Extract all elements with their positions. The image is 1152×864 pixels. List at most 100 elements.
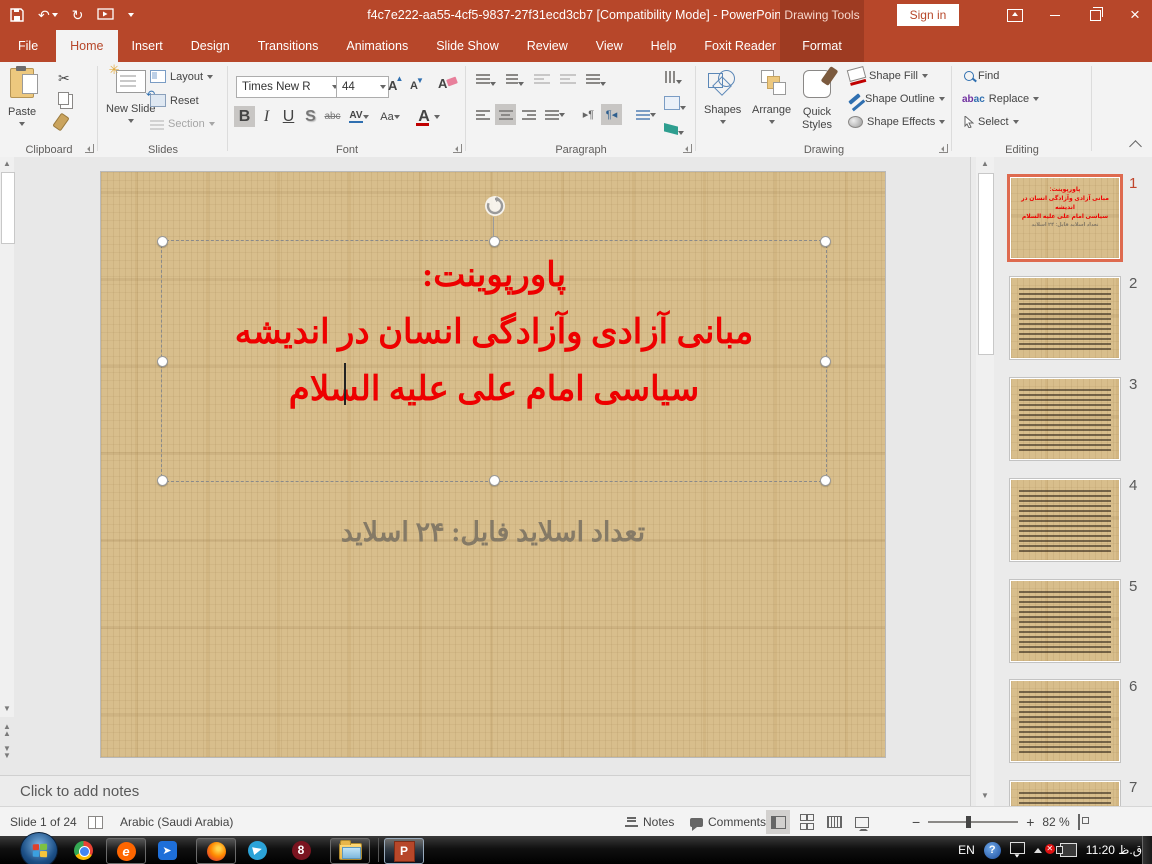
- text-shadow-button[interactable]: S: [300, 106, 321, 127]
- align-right-button[interactable]: [518, 104, 539, 125]
- fit-slide-button[interactable]: [1078, 815, 1080, 829]
- copy-button[interactable]: [58, 92, 69, 105]
- slide-title-text[interactable]: پاورپوینت: مبانی آزادی وآزادگی انسان در …: [162, 247, 826, 418]
- thumbnail-slide-6[interactable]: [1009, 679, 1121, 763]
- next-slide-button[interactable]: ▼▼: [1, 745, 13, 759]
- line-spacing-button[interactable]: [586, 72, 606, 91]
- align-text-button[interactable]: [664, 96, 686, 115]
- convert-smartart-button[interactable]: [664, 122, 684, 140]
- language-bar[interactable]: EN: [958, 843, 975, 857]
- zoom-in-button[interactable]: +: [1026, 814, 1034, 830]
- arrange-button[interactable]: Arrange: [752, 70, 791, 124]
- format-painter-button[interactable]: [56, 114, 66, 130]
- font-color-caret[interactable]: [434, 115, 440, 119]
- font-color-button[interactable]: A: [414, 106, 444, 127]
- panel-scrollbar-thumb[interactable]: [978, 173, 994, 355]
- thumbnail-slide-5[interactable]: [1009, 579, 1121, 663]
- collapse-ribbon-button[interactable]: [1129, 140, 1142, 153]
- bullets-button[interactable]: [476, 72, 496, 91]
- start-button[interactable]: [20, 832, 58, 864]
- shapes-caret[interactable]: [720, 120, 726, 124]
- clipboard-dialog-launcher[interactable]: [85, 144, 94, 153]
- align-center-button[interactable]: [495, 104, 516, 125]
- shape-effects-button[interactable]: Shape Effects: [848, 116, 945, 128]
- underline-button[interactable]: U: [278, 106, 299, 127]
- start-from-beginning-button[interactable]: [97, 8, 114, 22]
- zoom-slider-thumb[interactable]: [966, 816, 971, 828]
- minimize-button[interactable]: [1038, 0, 1072, 30]
- sign-in-button[interactable]: Sign in: [897, 4, 959, 26]
- ltr-direction-button[interactable]: ▸¶: [578, 104, 599, 125]
- paste-dropdown-caret[interactable]: [19, 122, 25, 126]
- bold-button[interactable]: B: [234, 106, 255, 127]
- paste-button[interactable]: Paste: [8, 68, 36, 126]
- tab-help[interactable]: Help: [637, 30, 691, 62]
- taskbar-soroush-icon[interactable]: 8: [286, 838, 316, 862]
- change-case-button[interactable]: Aa: [375, 106, 405, 127]
- rtl-direction-button[interactable]: ¶◂: [601, 104, 622, 125]
- resize-handle-bottom-center[interactable]: [489, 475, 500, 486]
- layout-button[interactable]: Layout: [150, 70, 213, 83]
- tab-design[interactable]: Design: [177, 30, 244, 62]
- replace-button[interactable]: abac Replace: [962, 93, 1039, 105]
- thumbnail-slide-4[interactable]: [1009, 478, 1121, 562]
- editor-vertical-scrollbar[interactable]: ▲ ▼: [0, 157, 14, 717]
- comments-toggle-button[interactable]: Comments: [690, 807, 766, 837]
- slide-sorter-view-button[interactable]: [794, 810, 818, 834]
- cut-button[interactable]: ✂: [58, 70, 70, 87]
- restore-button[interactable]: [1078, 0, 1112, 30]
- font-size-combobox[interactable]: 44: [336, 76, 389, 98]
- select-button[interactable]: Select: [964, 116, 1019, 128]
- thumbnail-slide-7[interactable]: [1009, 780, 1121, 806]
- taskbar-explorer-icon[interactable]: [330, 838, 370, 864]
- increase-indent-button[interactable]: [560, 72, 576, 91]
- paragraph-dialog-launcher[interactable]: [683, 144, 692, 153]
- resize-handle-bottom-left[interactable]: [157, 475, 168, 486]
- taskbar-powerpoint-icon[interactable]: P: [384, 838, 424, 864]
- reset-button[interactable]: Reset: [150, 94, 199, 107]
- redo-button[interactable]: ↻: [72, 7, 84, 24]
- character-spacing-button[interactable]: AV: [344, 106, 374, 127]
- decrease-indent-button[interactable]: [534, 72, 550, 91]
- thumbnail-slide-3[interactable]: [1009, 377, 1121, 461]
- tab-review[interactable]: Review: [513, 30, 582, 62]
- language-bar-options[interactable]: [1010, 842, 1025, 858]
- zoom-slider[interactable]: [928, 821, 1018, 823]
- shrink-font-button[interactable]: A▼: [410, 80, 418, 92]
- font-name-combobox[interactable]: Times New R: [236, 76, 341, 98]
- shapes-button[interactable]: Shapes: [704, 70, 741, 124]
- taskbar-firefox-icon[interactable]: [196, 838, 236, 864]
- notes-pane[interactable]: Click to add notes: [0, 775, 970, 806]
- normal-view-button[interactable]: [766, 810, 790, 834]
- strikethrough-button[interactable]: abc: [322, 106, 343, 127]
- reading-view-button[interactable]: [822, 810, 846, 834]
- panel-scrollbar[interactable]: ▲ ▼: [976, 157, 994, 806]
- panel-scroll-down-arrow[interactable]: ▼: [979, 790, 991, 802]
- rotate-handle[interactable]: [484, 195, 506, 217]
- close-button[interactable]: ×: [1118, 0, 1152, 30]
- align-left-button[interactable]: [472, 104, 493, 125]
- columns-button[interactable]: [632, 104, 659, 125]
- slideshow-view-button[interactable]: [850, 810, 874, 834]
- tab-slide-show[interactable]: Slide Show: [422, 30, 513, 62]
- language-indicator[interactable]: Arabic (Saudi Arabia): [120, 807, 233, 837]
- spell-check-button[interactable]: [88, 807, 103, 837]
- undo-button[interactable]: ↶: [38, 7, 58, 24]
- tab-home[interactable]: Home: [56, 30, 117, 62]
- taskbar-telegram-icon[interactable]: [242, 838, 272, 862]
- title-textbox[interactable]: پاورپوینت: مبانی آزادی وآزادگی انسان در …: [161, 240, 827, 482]
- clear-formatting-button[interactable]: A: [438, 76, 447, 91]
- justify-button[interactable]: [541, 104, 568, 125]
- numbering-button[interactable]: [506, 72, 524, 91]
- slide-canvas[interactable]: پاورپوینت: مبانی آزادی وآزادگی انسان در …: [100, 171, 886, 758]
- scroll-up-arrow[interactable]: ▲: [1, 158, 13, 170]
- taskbar-chrome-icon[interactable]: [68, 838, 98, 862]
- zoom-level[interactable]: 82 %: [1042, 815, 1069, 829]
- grow-font-button[interactable]: A▲: [388, 78, 397, 93]
- save-button[interactable]: [10, 8, 24, 22]
- resize-handle-top-right[interactable]: [820, 236, 831, 247]
- scrollbar-thumb[interactable]: [1, 172, 15, 244]
- text-direction-button[interactable]: [664, 70, 682, 89]
- italic-button[interactable]: I: [256, 106, 277, 127]
- show-desktop-button[interactable]: [1142, 836, 1152, 864]
